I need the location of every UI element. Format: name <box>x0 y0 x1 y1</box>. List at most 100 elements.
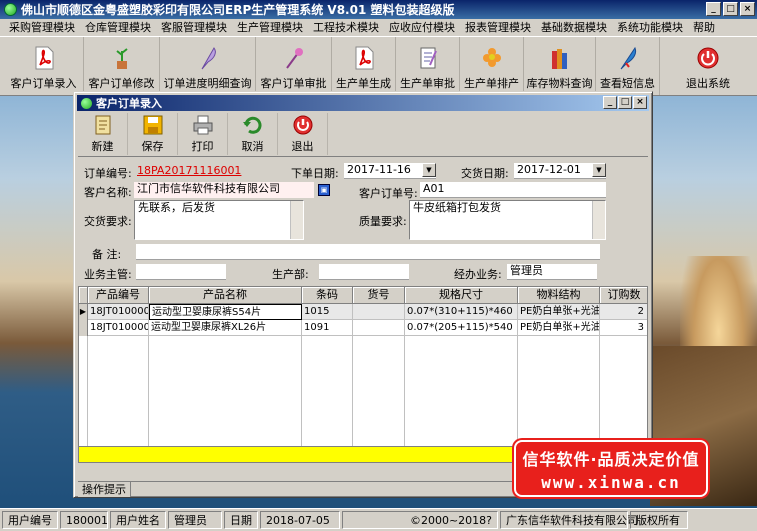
toolbar-production-approve-button[interactable]: 生产单审批 <box>396 37 460 95</box>
cell-quantity[interactable]: 3 <box>600 320 647 336</box>
toolbar-order-approve-button[interactable]: 客户订单审批 <box>256 37 332 95</box>
toolbar-production-generate-button[interactable]: 生产单生成 <box>332 37 396 95</box>
child-minimize-button[interactable]: _ <box>603 96 617 109</box>
company-text: 广东信华软件科技有限公司 <box>500 511 638 529</box>
col-product-no[interactable]: 产品编号 <box>88 287 149 304</box>
toolbar-label: 客户订单修改 <box>88 77 155 90</box>
child-maximize-button[interactable]: □ <box>618 96 632 109</box>
toolbar-order-entry-button[interactable]: 客户订单录入 <box>4 37 84 95</box>
new-button[interactable]: 新建 <box>78 113 128 155</box>
delivery-date-picker[interactable]: 2017-12-01 ▼ <box>514 163 606 179</box>
cell-spec[interactable]: 0.07*(205+115)*540 <box>405 320 518 336</box>
print-label: 打印 <box>191 140 214 153</box>
quality-req-scrollbar[interactable] <box>592 201 605 239</box>
notepad-icon <box>415 45 441 71</box>
customer-label: 客户名称: <box>84 186 132 199</box>
menu-system[interactable]: 系统功能模块 <box>612 19 688 36</box>
cell-product-name[interactable]: 运动型卫婴康尿裤S54片 <box>149 304 302 320</box>
delivery-req-field[interactable]: 先联系，后发货 <box>134 200 304 240</box>
menu-production[interactable]: 生产管理模块 <box>232 19 308 36</box>
supervisor-label: 业务主管: <box>84 268 132 281</box>
order-date-label: 下单日期: <box>291 167 339 180</box>
printer-icon <box>191 114 215 136</box>
toolbar-inventory-query-button[interactable]: 库存物料查询 <box>524 37 596 95</box>
order-no-field[interactable]: 18PA20171116001 <box>134 164 244 180</box>
exit-button[interactable]: 退出 <box>278 113 328 155</box>
dept-field[interactable] <box>319 264 409 280</box>
grid-header-corner <box>79 287 88 304</box>
date-value: 2018-07-05 <box>260 511 340 529</box>
toolbar-exit-button[interactable]: 退出系统 <box>660 37 756 95</box>
cell-spec[interactable]: 0.07*(310+115)*460 <box>405 304 518 320</box>
cell-barcode[interactable]: 1091 <box>302 320 353 336</box>
child-toolbar: 新建 保存 打印 取消 退出 <box>78 113 648 157</box>
new-label: 新建 <box>91 140 114 153</box>
toolbar-progress-query-button[interactable]: 订单进度明细查询 <box>160 37 256 95</box>
supervisor-field[interactable] <box>136 264 226 280</box>
order-no-label: 订单编号: <box>84 167 132 180</box>
save-disk-icon <box>141 114 165 136</box>
child-close-button[interactable]: × <box>633 96 647 109</box>
menu-warehouse[interactable]: 仓库管理模块 <box>80 19 156 36</box>
cancel-label: 取消 <box>241 140 264 153</box>
table-row[interactable]: ▶ 18JT0100003 运动型卫婴康尿裤S54片 1015 0.07*(31… <box>79 304 647 320</box>
print-button[interactable]: 打印 <box>178 113 228 155</box>
minimize-button[interactable]: _ <box>706 2 721 16</box>
cell-barcode[interactable]: 1015 <box>302 304 353 320</box>
remark-field[interactable] <box>136 244 600 260</box>
col-item-no[interactable]: 货号 <box>353 287 405 304</box>
undo-icon <box>241 114 265 136</box>
lookup-icon[interactable]: ▣ <box>318 184 330 196</box>
toolbar-label: 退出系统 <box>686 77 730 90</box>
close-button[interactable]: × <box>740 2 755 16</box>
cancel-button[interactable]: 取消 <box>228 113 278 155</box>
handler-field[interactable]: 管理员 <box>507 264 597 280</box>
menu-base-data[interactable]: 基础数据模块 <box>536 19 612 36</box>
main-title-bar[interactable]: 佛山市顺德区金粤盛塑胶彩印有限公司ERP生产管理系统 V8.01 塑料包装超级版… <box>0 0 757 19</box>
toolbar-order-edit-button[interactable]: 客户订单修改 <box>84 37 160 95</box>
cell-product-no[interactable]: 18JT0100003 <box>88 304 149 320</box>
col-quantity[interactable]: 订购数 <box>600 287 647 304</box>
chevron-down-icon[interactable]: ▼ <box>592 163 606 177</box>
col-product-name[interactable]: 产品名称 <box>149 287 302 304</box>
child-title-bar[interactable]: 客户订单录入 _ □ × <box>77 95 649 111</box>
order-date-picker[interactable]: 2017-11-16 ▼ <box>344 163 436 179</box>
menu-purchase[interactable]: 采购管理模块 <box>4 19 80 36</box>
menu-help[interactable]: 帮助 <box>688 19 720 36</box>
table-row[interactable]: 18JT0100004 运动型卫婴康尿裤XL26片 1091 0.07*(205… <box>79 320 647 336</box>
cell-material[interactable]: PE奶白单张+光油 <box>518 320 600 336</box>
chevron-down-icon[interactable]: ▼ <box>422 163 436 177</box>
stamp-slogan: 信华软件·品质决定价值 <box>522 450 700 469</box>
menubar: 采购管理模块 仓库管理模块 客服管理模块 生产管理模块 工程技术模块 应收应付模… <box>0 19 757 36</box>
toolbar-production-schedule-button[interactable]: 生产单排产 <box>460 37 524 95</box>
col-barcode[interactable]: 条码 <box>302 287 353 304</box>
copyright-text: ©2000~2018? <box>342 511 498 529</box>
save-label: 保存 <box>141 140 164 153</box>
menu-receivables[interactable]: 应收应付模块 <box>384 19 460 36</box>
cell-product-no[interactable]: 18JT0100004 <box>88 320 149 336</box>
feather-pen-icon <box>195 45 221 71</box>
cell-product-name[interactable]: 运动型卫婴康尿裤XL26片 <box>149 320 302 336</box>
new-document-icon <box>91 114 115 136</box>
customer-po-field[interactable]: A01 <box>420 182 606 198</box>
toolbar-label: 订单进度明细查询 <box>163 77 252 90</box>
cell-quantity[interactable]: 2 <box>600 304 647 320</box>
cell-material[interactable]: PE奶白单张+光油 <box>518 304 600 320</box>
menu-engineering[interactable]: 工程技术模块 <box>308 19 384 36</box>
toolbar-label: 客户订单审批 <box>260 77 327 90</box>
menu-reports[interactable]: 报表管理模块 <box>460 19 536 36</box>
quality-req-field[interactable]: 牛皮纸箱打包发货 <box>409 200 606 240</box>
col-material[interactable]: 物料结构 <box>518 287 600 304</box>
cell-item-no[interactable] <box>353 304 405 320</box>
menu-customer-service[interactable]: 客服管理模块 <box>156 19 232 36</box>
delivery-req-scrollbar[interactable] <box>290 201 303 239</box>
maximize-button[interactable]: □ <box>723 2 738 16</box>
customer-field[interactable]: 江门市信华软件科技有限公司 <box>134 182 314 198</box>
quality-req-label: 质量要求: <box>359 215 407 228</box>
col-spec[interactable]: 规格尺寸 <box>405 287 518 304</box>
delivery-date-value: 2017-12-01 <box>517 163 581 176</box>
toolbar-messages-button[interactable]: 查看短信息 <box>596 37 660 95</box>
cell-item-no[interactable] <box>353 320 405 336</box>
hint-tab[interactable]: 操作提示 <box>78 482 131 497</box>
save-button[interactable]: 保存 <box>128 113 178 155</box>
